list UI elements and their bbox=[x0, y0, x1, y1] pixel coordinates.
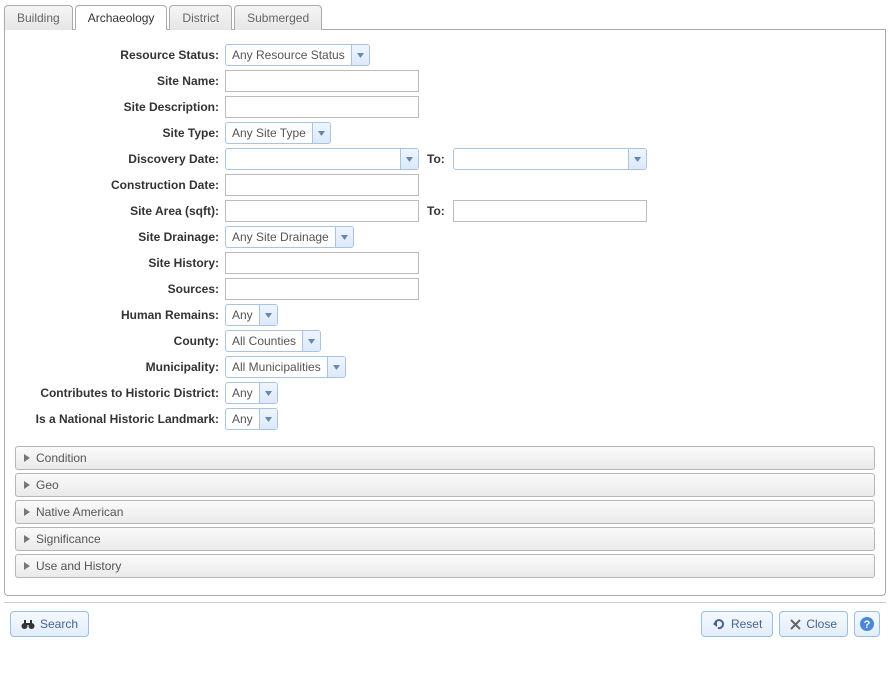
help-icon: ? bbox=[859, 616, 875, 632]
accordion-label: Native American bbox=[36, 505, 123, 519]
site-drainage-label: Site Drainage: bbox=[15, 230, 225, 244]
accordion-label: Condition bbox=[36, 451, 87, 465]
site-description-input[interactable] bbox=[225, 96, 419, 118]
tab-bar: Building Archaeology District Submerged bbox=[4, 4, 886, 30]
site-drainage-value: Any Site Drainage bbox=[226, 227, 335, 247]
search-button-label: Search bbox=[40, 617, 78, 631]
accordion-label: Geo bbox=[36, 478, 59, 492]
accordion-geo[interactable]: Geo bbox=[15, 473, 875, 497]
landmark-select[interactable]: Any bbox=[225, 408, 278, 430]
accordion-use-and-history[interactable]: Use and History bbox=[15, 554, 875, 578]
app-wrapper: Building Archaeology District Submerged … bbox=[0, 0, 890, 647]
discovery-date-label: Discovery Date: bbox=[15, 152, 225, 166]
accordion-label: Significance bbox=[36, 532, 101, 546]
chevron-right-icon bbox=[24, 535, 36, 543]
chevron-down-icon bbox=[628, 149, 646, 169]
site-type-select[interactable]: Any Site Type bbox=[225, 122, 331, 144]
contributes-label: Contributes to Historic District: bbox=[15, 386, 225, 400]
tab-building[interactable]: Building bbox=[4, 5, 73, 30]
human-remains-value: Any bbox=[226, 305, 259, 325]
construction-date-label: Construction Date: bbox=[15, 178, 225, 192]
chevron-down-icon bbox=[335, 227, 353, 247]
svg-text:?: ? bbox=[864, 619, 871, 631]
discovery-date-to-input[interactable] bbox=[453, 148, 647, 170]
county-value: All Counties bbox=[226, 331, 302, 351]
chevron-down-icon bbox=[327, 357, 345, 377]
chevron-down-icon bbox=[400, 149, 418, 169]
site-drainage-select[interactable]: Any Site Drainage bbox=[225, 226, 354, 248]
site-area-label: Site Area (sqft): bbox=[15, 204, 225, 218]
construction-date-input[interactable] bbox=[225, 174, 419, 196]
close-icon bbox=[790, 619, 801, 630]
undo-icon bbox=[712, 618, 726, 630]
chevron-right-icon bbox=[24, 454, 36, 462]
site-area-from-input[interactable] bbox=[225, 200, 419, 222]
county-select[interactable]: All Counties bbox=[225, 330, 321, 352]
discovery-date-to-label: To: bbox=[419, 152, 453, 166]
chevron-down-icon bbox=[351, 45, 369, 65]
chevron-down-icon bbox=[259, 305, 277, 325]
tab-archaeology[interactable]: Archaeology bbox=[75, 5, 168, 30]
help-button[interactable]: ? bbox=[854, 611, 880, 637]
form-area: Resource Status: Any Resource Status Sit… bbox=[15, 38, 875, 442]
chevron-down-icon bbox=[302, 331, 320, 351]
chevron-right-icon bbox=[24, 481, 36, 489]
footer-bar: Search Reset Close ? bbox=[4, 602, 886, 643]
chevron-down-icon bbox=[312, 123, 330, 143]
discovery-date-from-input[interactable] bbox=[225, 148, 419, 170]
human-remains-label: Human Remains: bbox=[15, 308, 225, 322]
contributes-value: Any bbox=[226, 383, 259, 403]
reset-button[interactable]: Reset bbox=[701, 611, 773, 637]
site-history-input[interactable] bbox=[225, 252, 419, 274]
chevron-right-icon bbox=[24, 508, 36, 516]
accordion-label: Use and History bbox=[36, 559, 121, 573]
county-label: County: bbox=[15, 334, 225, 348]
resource-status-value: Any Resource Status bbox=[226, 45, 351, 65]
landmark-value: Any bbox=[226, 409, 259, 429]
municipality-value: All Municipalities bbox=[226, 357, 327, 377]
tab-submerged[interactable]: Submerged bbox=[234, 5, 322, 30]
binoculars-icon bbox=[21, 618, 35, 630]
site-area-to-label: To: bbox=[419, 204, 453, 218]
chevron-down-icon bbox=[259, 383, 277, 403]
resource-status-select[interactable]: Any Resource Status bbox=[225, 44, 370, 66]
site-history-label: Site History: bbox=[15, 256, 225, 270]
site-name-label: Site Name: bbox=[15, 74, 225, 88]
close-button[interactable]: Close bbox=[779, 611, 848, 637]
municipality-select[interactable]: All Municipalities bbox=[225, 356, 346, 378]
site-area-to-input[interactable] bbox=[453, 200, 647, 222]
reset-button-label: Reset bbox=[731, 617, 762, 631]
accordion-significance[interactable]: Significance bbox=[15, 527, 875, 551]
search-button[interactable]: Search bbox=[10, 611, 89, 637]
human-remains-select[interactable]: Any bbox=[225, 304, 278, 326]
accordion-group: Condition Geo Native American Significan… bbox=[15, 446, 875, 578]
site-type-label: Site Type: bbox=[15, 126, 225, 140]
close-button-label: Close bbox=[806, 617, 837, 631]
municipality-label: Municipality: bbox=[15, 360, 225, 374]
chevron-right-icon bbox=[24, 562, 36, 570]
sources-label: Sources: bbox=[15, 282, 225, 296]
accordion-condition[interactable]: Condition bbox=[15, 446, 875, 470]
site-description-label: Site Description: bbox=[15, 100, 225, 114]
site-type-value: Any Site Type bbox=[226, 123, 312, 143]
tab-district[interactable]: District bbox=[169, 5, 232, 30]
site-name-input[interactable] bbox=[225, 70, 419, 92]
archaeology-panel: Resource Status: Any Resource Status Sit… bbox=[4, 30, 886, 596]
landmark-label: Is a National Historic Landmark: bbox=[15, 412, 225, 426]
contributes-select[interactable]: Any bbox=[225, 382, 278, 404]
accordion-native-american[interactable]: Native American bbox=[15, 500, 875, 524]
sources-input[interactable] bbox=[225, 278, 419, 300]
chevron-down-icon bbox=[259, 409, 277, 429]
resource-status-label: Resource Status: bbox=[15, 48, 225, 62]
